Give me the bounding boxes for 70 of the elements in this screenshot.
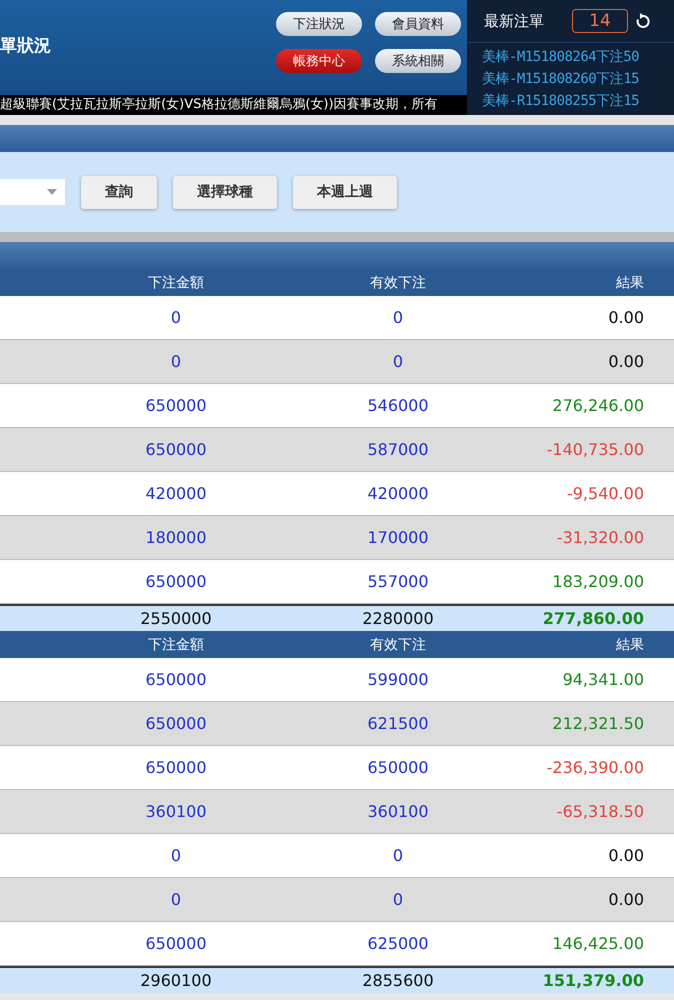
table-cell-text: 625000	[366, 934, 430, 953]
table-cell-text: 621500	[366, 714, 430, 733]
table-cell-text: 0	[170, 846, 182, 865]
table-cell-text: 180000	[144, 528, 208, 547]
panel-title: 最新注單	[484, 12, 545, 30]
table-cell-text: 0	[170, 352, 182, 371]
page-title: 單狀況	[0, 35, 51, 57]
table-cell-text: 360100	[144, 802, 208, 821]
table-cell-text: 650000	[144, 758, 208, 777]
filter-button[interactable]: 本週上週	[293, 176, 397, 208]
table-cell-text: -65,318.50	[556, 802, 645, 821]
table-cell-text: -236,390.00	[546, 758, 645, 777]
table-cell-text: 0	[392, 890, 404, 909]
news-ticker: 超級聯賽(艾拉瓦拉斯亭拉斯(女)VS格拉德斯維爾烏鴉(女))因賽事改期，所有	[0, 95, 467, 115]
table-cell-text: 546000	[366, 396, 430, 415]
filter-button[interactable]: 選擇球種	[173, 176, 277, 208]
nav-button[interactable]: 帳務中心	[276, 49, 362, 73]
table-cell-text: 587000	[366, 440, 430, 459]
total-cell-text: 2960100	[139, 971, 213, 990]
nav-button[interactable]: 下注狀況	[276, 12, 362, 36]
table-cell-text: 420000	[366, 484, 430, 503]
table-cell-text: 0	[392, 846, 404, 865]
column-header: 下注金額	[147, 274, 205, 292]
total-cell-text: 2855600	[361, 971, 435, 990]
total-cell-text: 151,379.00	[542, 971, 645, 990]
caret-icon	[47, 189, 57, 195]
table-cell-text: 360100	[366, 802, 430, 821]
table-cell-text: 557000	[366, 572, 430, 591]
table-cell-text: 650000	[366, 758, 430, 777]
nav-button[interactable]: 系統相關	[375, 49, 461, 73]
table-cell-text: 650000	[144, 670, 208, 689]
table-cell-text: 0.00	[607, 890, 645, 909]
table-cell-text: 0.00	[607, 846, 645, 865]
table-cell-text: 0.00	[607, 308, 645, 327]
column-header: 結果	[615, 274, 645, 292]
table-cell-text: 650000	[144, 934, 208, 953]
table-cell-text: -31,320.00	[556, 528, 645, 547]
order-link[interactable]: 美棒-M151808264下注50	[467, 46, 674, 68]
nav-button[interactable]: 會員資料	[375, 12, 461, 36]
table-cell-text: 276,246.00	[551, 396, 645, 415]
table-cell-text: 599000	[366, 670, 430, 689]
order-count: 14	[572, 9, 628, 33]
table-cell-text: 0.00	[607, 352, 645, 371]
table-cell-text: 650000	[144, 572, 208, 591]
table-cell-text: 650000	[144, 714, 208, 733]
column-header: 有效下注	[369, 636, 427, 654]
table-cell-text: 183,209.00	[551, 572, 645, 591]
table-cell-text: -140,735.00	[546, 440, 645, 459]
column-header: 結果	[615, 636, 645, 654]
table-cell-text: 420000	[144, 484, 208, 503]
total-cell-text: 2280000	[361, 609, 435, 628]
table-cell-text: 94,341.00	[562, 670, 645, 689]
order-link[interactable]: 美棒-M151808260下注15	[467, 68, 674, 90]
order-link[interactable]: 美棒-R151808255下注15	[467, 90, 674, 112]
total-cell-text: 2550000	[139, 609, 213, 628]
table-cell-text: 650000	[144, 396, 208, 415]
table-cell-text: 170000	[366, 528, 430, 547]
table-cell-text: 0	[170, 890, 182, 909]
table-cell-text: 146,425.00	[551, 934, 645, 953]
table-cell-text: 212,321.50	[551, 714, 645, 733]
table-cell-text: 0	[170, 308, 182, 327]
filter-button[interactable]: 查詢	[81, 176, 157, 208]
table-cell-text: 0	[392, 308, 404, 327]
table-cell-text: -9,540.00	[566, 484, 645, 503]
column-header: 有效下注	[369, 274, 427, 292]
refresh-icon[interactable]	[636, 13, 650, 29]
table-cell-text: 0	[392, 352, 404, 371]
column-header: 下注金額	[147, 636, 205, 654]
table-cell-text: 650000	[144, 440, 208, 459]
total-cell-text: 277,860.00	[542, 609, 645, 628]
